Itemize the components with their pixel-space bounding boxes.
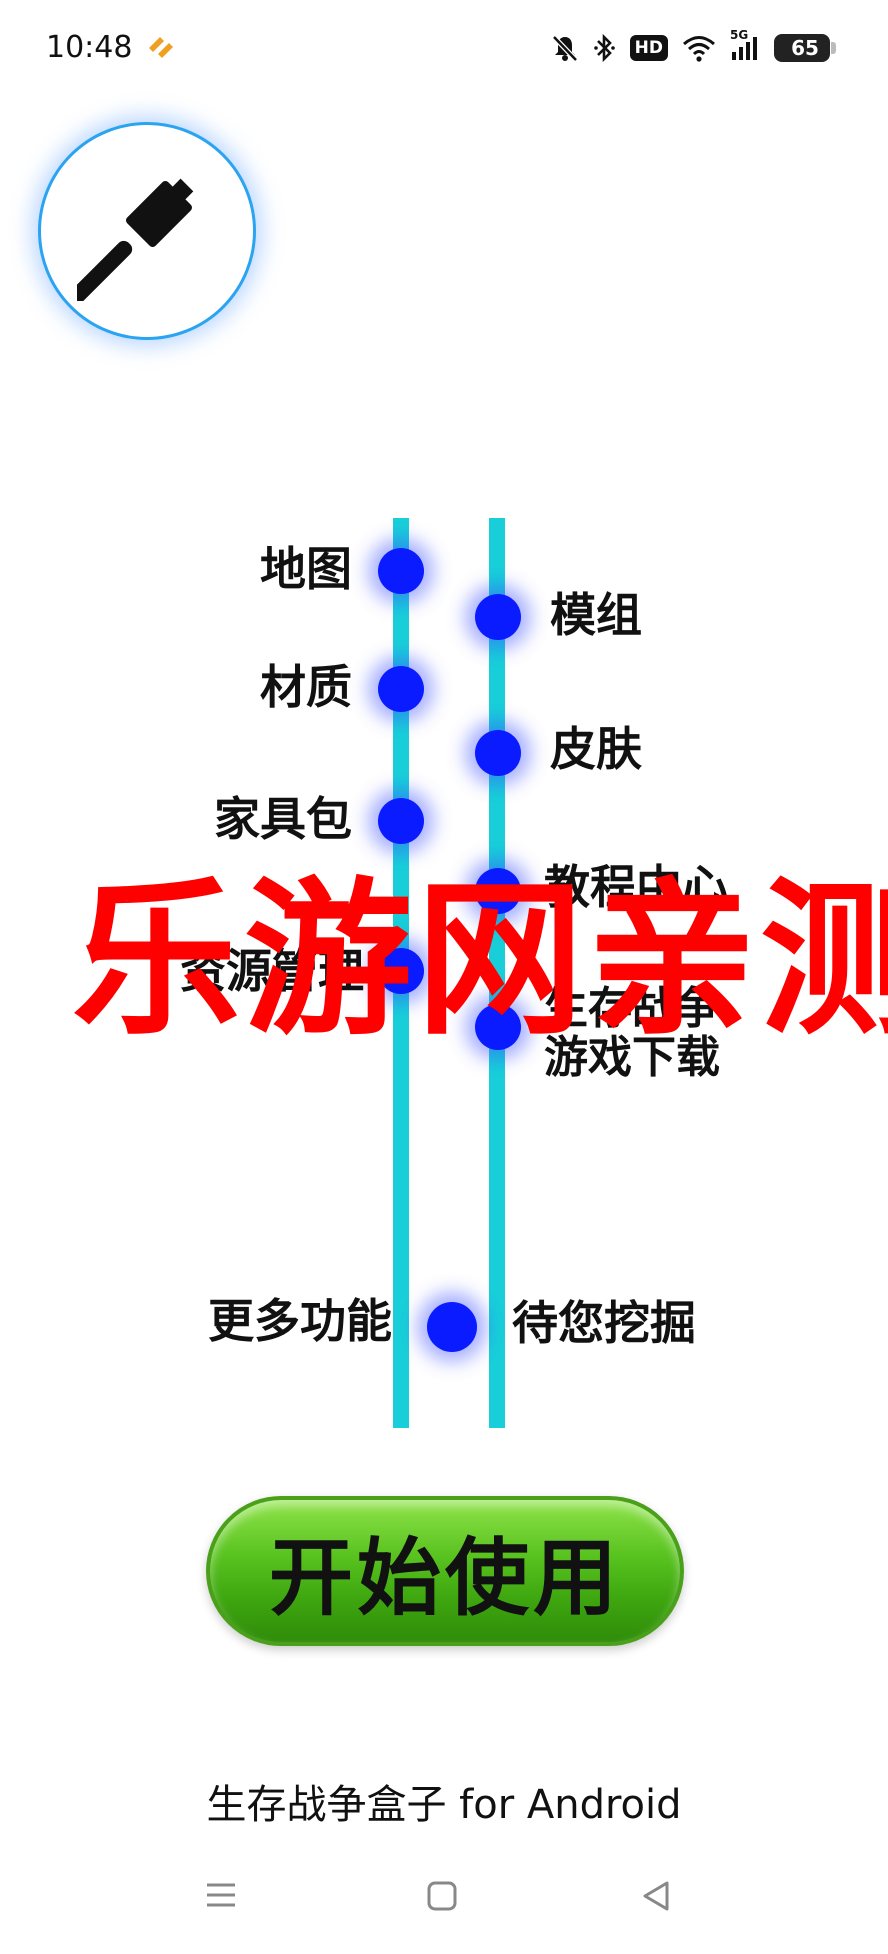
menu-nav-icon[interactable] bbox=[204, 1880, 238, 1914]
status-icons: HD 5G 65 bbox=[550, 28, 836, 68]
home-nav-icon[interactable] bbox=[426, 1880, 458, 1916]
hammer-tool-button[interactable] bbox=[38, 122, 256, 340]
station-dot-skins[interactable] bbox=[475, 730, 521, 776]
menu-item-mods[interactable]: 模组 bbox=[550, 589, 642, 642]
hammer-icon bbox=[77, 178, 194, 301]
watermark-text: 乐游网亲测 bbox=[72, 862, 888, 1058]
station-dot-texture[interactable] bbox=[378, 666, 424, 712]
menu-item-skins[interactable]: 皮肤 bbox=[550, 723, 642, 776]
back-nav-icon[interactable] bbox=[640, 1880, 672, 1916]
battery-icon: 65 bbox=[774, 34, 836, 62]
app-notification-icon bbox=[146, 34, 176, 60]
bluetooth-icon bbox=[593, 33, 616, 63]
battery-level: 65 bbox=[791, 36, 819, 60]
menu-item-texture[interactable]: 材质 bbox=[260, 661, 352, 714]
signal-5g-icon: 5G bbox=[730, 28, 760, 62]
network-type-label: 5G bbox=[730, 28, 749, 42]
menu-item-furniture[interactable]: 家具包 bbox=[214, 793, 352, 846]
menu-item-map[interactable]: 地图 bbox=[260, 543, 352, 596]
app-footer: 生存战争盒子 for Android bbox=[206, 1782, 682, 1828]
status-time: 10:48 bbox=[46, 30, 133, 65]
wifi-icon bbox=[682, 34, 716, 62]
mute-bell-icon bbox=[550, 33, 580, 63]
more-features-label[interactable]: 更多功能 bbox=[208, 1295, 392, 1348]
station-dot-mods[interactable] bbox=[475, 594, 521, 640]
station-dot-furniture[interactable] bbox=[378, 798, 424, 844]
hd-icon: HD bbox=[629, 35, 668, 61]
station-dot-map[interactable] bbox=[378, 548, 424, 594]
start-button[interactable]: 开始使用 bbox=[206, 1496, 684, 1646]
to-be-discovered-label[interactable]: 待您挖掘 bbox=[512, 1297, 696, 1350]
station-dot-more[interactable] bbox=[427, 1302, 477, 1352]
